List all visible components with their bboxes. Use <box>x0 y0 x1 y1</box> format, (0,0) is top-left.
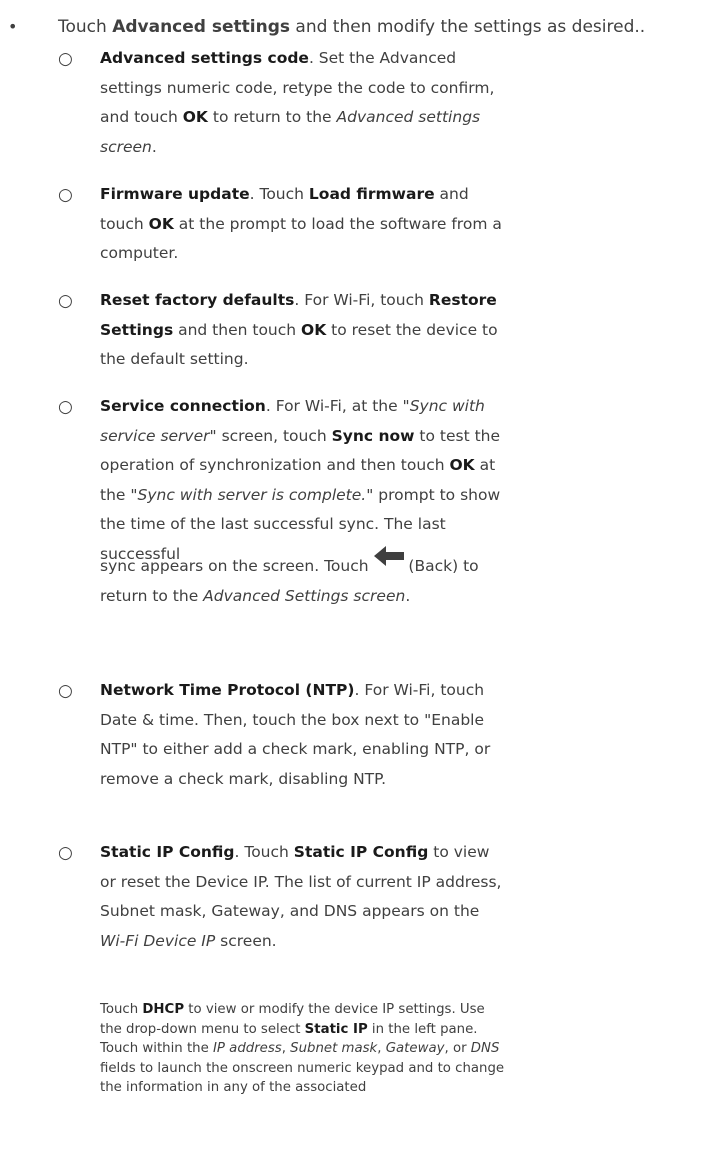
advanced-settings-label: Advanced settings <box>112 17 290 37</box>
dhcp-paragraph: Touch DHCP to view or modify the device … <box>100 1002 505 1095</box>
intro-text: Touch Advanced settings and then modify … <box>58 17 646 37</box>
list-marker: ○ <box>58 681 73 701</box>
list-marker: ○ <box>58 185 73 205</box>
item-title: Reset factory defaults <box>100 291 295 309</box>
list-item-text: Advanced settings code. Set the Advanced… <box>100 49 495 156</box>
list-item-text-continued: sync appears on the screen. Touch (Back)… <box>100 546 505 611</box>
item-title: Firmware update <box>100 185 250 203</box>
intro-bullet: • Touch Advanced settings and then modif… <box>0 12 707 42</box>
list-item-text: Service connection. For Wi-Fi, at the "S… <box>100 397 501 563</box>
list-item-text: Static IP Config. Touch Static IP Config… <box>100 843 502 950</box>
back-arrow-icon <box>373 546 404 577</box>
bullet-marker: • <box>8 17 18 36</box>
item-title: Advanced settings code <box>100 49 309 67</box>
item-title: Network Time Protocol (NTP) <box>100 681 355 699</box>
list-item-text: Firmware update. Touch Load firmware and… <box>100 185 502 262</box>
list-item-text: Network Time Protocol (NTP). For Wi-Fi, … <box>100 681 491 788</box>
list-marker: ○ <box>58 843 73 863</box>
list-marker: ○ <box>58 49 73 69</box>
list-marker: ○ <box>58 397 73 417</box>
list-marker: ○ <box>58 291 73 311</box>
list-item-text: Reset factory defaults. For Wi-Fi, touch… <box>100 291 498 368</box>
item-title: Service connection <box>100 397 266 415</box>
item-title: Static IP Config <box>100 843 235 861</box>
